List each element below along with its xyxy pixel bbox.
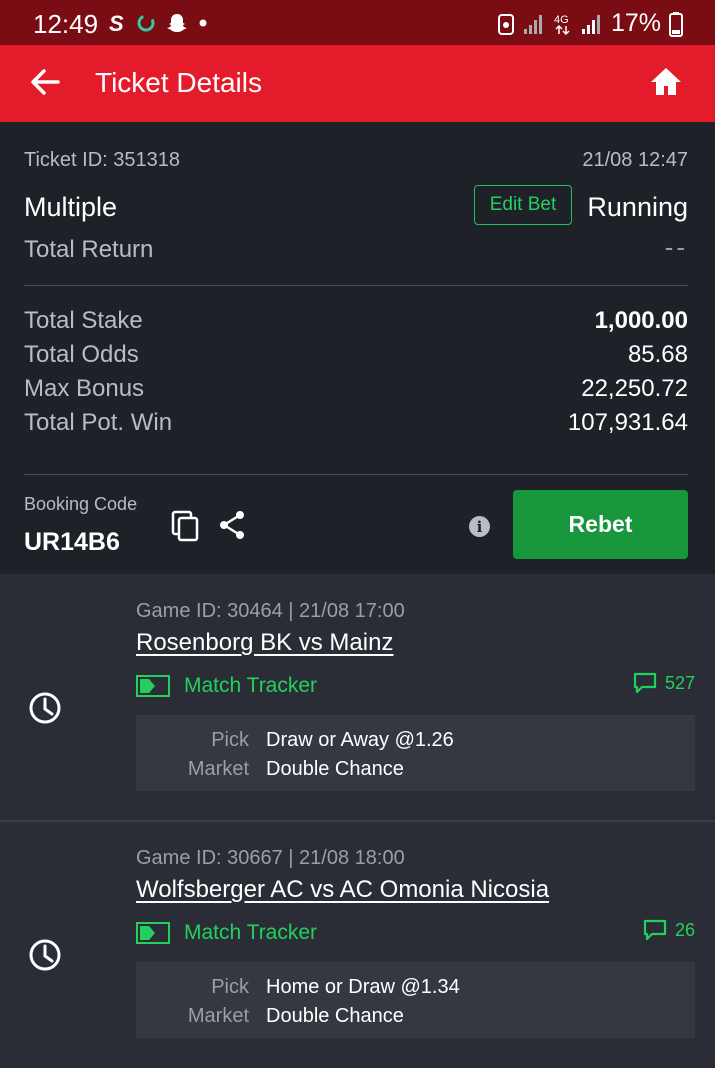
total-odds-value: 85.68 bbox=[627, 341, 688, 368]
system-icons: 4G 17% bbox=[497, 9, 683, 38]
match-tracker-icon bbox=[136, 922, 170, 944]
comment-icon bbox=[643, 919, 667, 941]
pick-value: Home or Draw @1.34 bbox=[266, 976, 460, 998]
status-time: 12:49 bbox=[33, 9, 99, 39]
market-label: Market bbox=[187, 758, 249, 780]
total-pot-win-label: Total Pot. Win bbox=[24, 409, 173, 436]
s-app-icon: S bbox=[109, 12, 124, 34]
selection-card: Game ID: 30667 | 21/08 18:00 Wolfsberger… bbox=[0, 822, 715, 1068]
ticket-summary: Ticket ID: 351318 21/08 12:47 Multiple E… bbox=[0, 122, 715, 574]
dot-icon bbox=[199, 19, 207, 27]
network-type-icon: 4G bbox=[554, 14, 570, 35]
game-meta: Game ID: 30667 | 21/08 18:00 bbox=[136, 847, 405, 869]
svg-text:S: S bbox=[109, 12, 124, 34]
pick-value: Draw or Away @1.26 bbox=[266, 729, 454, 751]
data-saver-icon bbox=[497, 13, 514, 35]
app-bar: Ticket Details bbox=[0, 45, 715, 122]
ticket-date: 21/08 12:47 bbox=[582, 149, 688, 171]
game-meta: Game ID: 30464 | 21/08 17:00 bbox=[136, 600, 405, 622]
pick-details: Pick Home or Draw @1.34 Market Double Ch… bbox=[136, 962, 695, 1038]
rebet-button[interactable]: Rebet bbox=[513, 490, 688, 559]
total-return-value: -- bbox=[664, 232, 688, 262]
info-icon[interactable]: i bbox=[469, 516, 490, 537]
booking-code-label: Booking Code bbox=[24, 494, 138, 514]
clock-icon bbox=[29, 939, 61, 971]
total-odds-label: Total Odds bbox=[24, 341, 139, 368]
back-arrow-icon[interactable] bbox=[28, 65, 62, 99]
bet-type: Multiple bbox=[24, 192, 118, 222]
match-tracker-icon bbox=[136, 675, 170, 697]
signal-icon-1 bbox=[523, 14, 542, 34]
max-bonus-value: 22,250.72 bbox=[581, 375, 688, 402]
snapchat-icon bbox=[167, 14, 187, 32]
total-return-label: Total Return bbox=[24, 236, 154, 263]
notification-icons: S bbox=[108, 12, 208, 34]
copy-icon[interactable] bbox=[170, 510, 200, 542]
signal-icon-2 bbox=[581, 14, 600, 34]
comment-count: 26 bbox=[674, 919, 695, 940]
ticket-id: Ticket ID: 351318 bbox=[24, 149, 181, 171]
home-icon[interactable] bbox=[649, 65, 683, 99]
edit-bet-button[interactable]: Edit Bet bbox=[474, 185, 572, 225]
match-name-link[interactable]: Wolfsberger AC vs AC Omonia Nicosia bbox=[136, 876, 549, 904]
market-value: Double Chance bbox=[266, 758, 404, 780]
pick-details: Pick Draw or Away @1.26 Market Double Ch… bbox=[136, 715, 695, 791]
clock-icon bbox=[29, 692, 61, 724]
match-tracker-label: Match Tracker bbox=[184, 921, 318, 944]
booking-code[interactable]: UR14B6 bbox=[24, 528, 120, 557]
divider bbox=[24, 285, 688, 286]
match-tracker-button[interactable]: Match Tracker bbox=[136, 674, 317, 698]
match-tracker-label: Match Tracker bbox=[184, 674, 318, 697]
match-name-link[interactable]: Rosenborg BK vs Mainz bbox=[136, 629, 393, 657]
max-bonus-label: Max Bonus bbox=[24, 375, 145, 402]
status-bar: 12:49 S 4G 17% bbox=[0, 0, 715, 45]
match-tracker-button[interactable]: Match Tracker bbox=[136, 921, 317, 945]
comment-count: 527 bbox=[664, 672, 695, 693]
selection-card: Game ID: 30464 | 21/08 17:00 Rosenborg B… bbox=[0, 574, 715, 820]
comment-icon bbox=[633, 672, 657, 694]
market-value: Double Chance bbox=[266, 1005, 404, 1027]
sync-icon bbox=[137, 14, 155, 32]
comments-button[interactable]: 527 bbox=[633, 672, 695, 694]
comments-button[interactable]: 26 bbox=[643, 919, 695, 941]
bet-status: Running bbox=[587, 192, 688, 222]
page-title: Ticket Details bbox=[95, 67, 263, 98]
total-stake-value: 1,000.00 bbox=[594, 307, 688, 334]
market-label: Market bbox=[187, 1005, 249, 1027]
total-stake-label: Total Stake bbox=[24, 307, 143, 334]
battery-icon bbox=[669, 11, 683, 37]
share-icon[interactable] bbox=[217, 509, 247, 541]
total-pot-win-value: 107,931.64 bbox=[567, 409, 688, 436]
divider bbox=[24, 474, 688, 475]
pick-label: Pick bbox=[211, 729, 249, 751]
svg-text:4G: 4G bbox=[554, 14, 569, 26]
pick-label: Pick bbox=[211, 976, 249, 998]
battery-percent: 17% bbox=[610, 9, 661, 37]
